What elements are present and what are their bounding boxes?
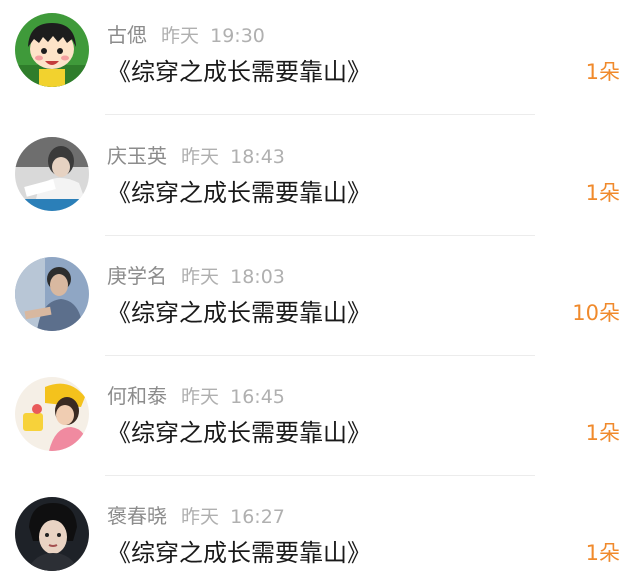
sender-name: 庆玉英	[107, 144, 167, 168]
message-date: 昨天	[181, 506, 220, 528]
sender-name: 何和泰	[107, 384, 167, 408]
list-item[interactable]: 古偲 昨天 19:30 《综穿之成长需要靠山》 1朵	[0, 0, 640, 120]
message-meta: 庆玉英 昨天 18:43	[107, 142, 285, 170]
message-time: 16:45	[230, 386, 285, 408]
message-date: 昨天	[181, 266, 220, 288]
cartoon-girl-avatar[interactable]	[15, 13, 89, 87]
message-time: 18:43	[230, 146, 285, 168]
gift-amount: 1朵	[585, 421, 620, 445]
message-time: 19:30	[210, 25, 265, 47]
yellow-hat-girl-avatar[interactable]	[15, 377, 89, 451]
list-item[interactable]: 褒春晓 昨天 16:27 《综穿之成长需要靠山》 1朵	[0, 480, 640, 578]
sender-name: 褒春晓	[107, 504, 167, 528]
list-item[interactable]: 庚学名 昨天 18:03 《综穿之成长需要靠山》 10朵	[0, 240, 640, 360]
message-date: 昨天	[181, 146, 220, 168]
message-date: 昨天	[161, 25, 200, 47]
message-meta: 庚学名 昨天 18:03	[107, 262, 285, 290]
message-meta: 褒春晓 昨天 16:27	[107, 502, 285, 530]
gift-amount: 10朵	[572, 301, 620, 325]
message-date: 昨天	[181, 386, 220, 408]
list-item[interactable]: 庆玉英 昨天 18:43 《综穿之成长需要靠山》 1朵	[0, 120, 640, 240]
book-title[interactable]: 《综穿之成长需要靠山》	[107, 536, 371, 570]
gift-record-list: 古偲 昨天 19:30 《综穿之成长需要靠山》 1朵 庆玉英 昨天 18:43 《综…	[0, 0, 640, 578]
divider	[105, 235, 535, 236]
book-title[interactable]: 《综穿之成长需要靠山》	[107, 55, 371, 89]
gift-amount: 1朵	[585, 541, 620, 565]
divider	[105, 355, 535, 356]
sender-name: 庚学名	[107, 264, 167, 288]
list-item[interactable]: 何和泰 昨天 16:45 《综穿之成长需要靠山》 1朵	[0, 360, 640, 480]
message-meta: 何和泰 昨天 16:45	[107, 382, 285, 410]
gift-amount: 1朵	[585, 60, 620, 84]
young-man-avatar[interactable]	[15, 257, 89, 331]
book-title[interactable]: 《综穿之成长需要靠山》	[107, 416, 371, 450]
book-title[interactable]: 《综穿之成长需要靠山》	[107, 296, 371, 330]
divider	[105, 114, 535, 115]
message-time: 16:27	[230, 506, 285, 528]
message-time: 18:03	[230, 266, 285, 288]
reading-person-avatar[interactable]	[15, 137, 89, 211]
portrait-avatar[interactable]	[15, 497, 89, 571]
divider	[105, 475, 535, 476]
gift-amount: 1朵	[585, 181, 620, 205]
book-title[interactable]: 《综穿之成长需要靠山》	[107, 176, 371, 210]
message-meta: 古偲 昨天 19:30	[107, 21, 265, 49]
sender-name: 古偲	[107, 23, 147, 47]
